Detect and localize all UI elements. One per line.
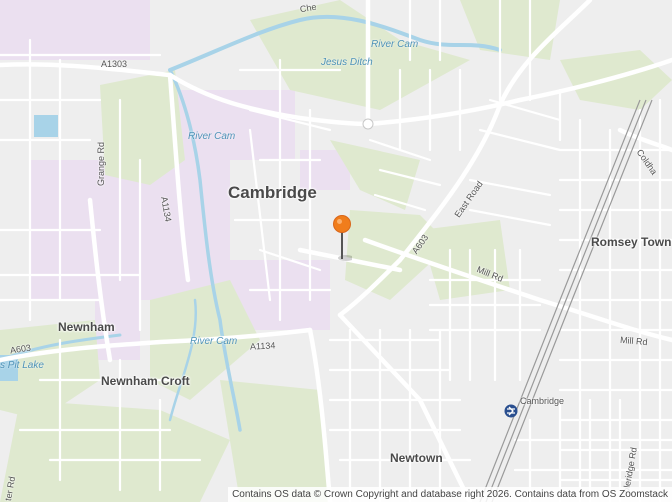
water-label-jesus-ditch: Jesus Ditch [321,57,373,68]
water-label-river-cam-ne: River Cam [371,39,419,50]
place-label-newnham: Newnham [58,320,115,334]
place-label-cambridge: Cambridge [228,183,317,202]
road-label-grange-rd: Grange Rd [96,141,106,186]
map-view[interactable]: Cambridge Romsey Town Newnham Newnham Cr… [0,0,672,502]
road-label-a1303: A1303 [101,59,128,69]
pond [34,115,58,137]
place-label-newnham-croft: Newnham Croft [101,374,190,388]
water-label-pit-lake: s Pit Lake [0,360,44,371]
location-pin-icon[interactable] [332,214,352,264]
water-label-river-cam-s: River Cam [190,336,238,347]
place-label-newtown: Newtown [390,451,443,465]
road-label-a1134-s: A1134 [249,340,276,352]
station-label: Cambridge [520,396,565,406]
place-label-romsey-town: Romsey Town [591,235,672,249]
rail-station-icon[interactable] [504,404,518,418]
map-attribution: Contains OS data © Crown Copyright and d… [228,487,672,502]
roundabout [362,118,374,130]
water-label-river-cam-w: River Cam [188,131,236,142]
